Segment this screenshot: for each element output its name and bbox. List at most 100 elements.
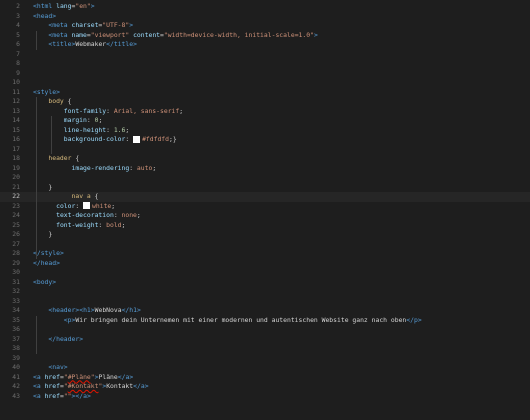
code-line[interactable]: 22 nav a { — [0, 192, 530, 202]
code-line[interactable]: 6 <title>Webmaker</title> — [0, 40, 530, 50]
line-number: 10 — [12, 78, 20, 86]
code-line[interactable]: 36 — [0, 325, 530, 335]
code-token: head — [40, 258, 57, 267]
code-line[interactable]: 20 — [0, 173, 530, 183]
code-token: lang — [52, 2, 72, 10]
code-line[interactable]: 13 font-family: Arial, sans-serif; — [0, 107, 530, 117]
code-text: } — [48, 230, 52, 240]
code-token: { — [90, 192, 99, 200]
line-number: 16 — [12, 135, 20, 143]
code-line[interactable]: 35 <p>Wir bringen dein Unternemen mit ein… — [0, 316, 530, 326]
line-number: 4 — [16, 21, 20, 29]
code-token: #Kontakt — [67, 382, 99, 390]
code-token: body — [48, 97, 64, 105]
code-line[interactable]: 42 <a href="#Kontakt">Kontakt</a> — [0, 382, 530, 392]
code-token: "UTF-8" — [102, 21, 130, 29]
code-token: > — [313, 30, 318, 39]
code-text: nav a { — [72, 192, 99, 202]
code-token: > — [133, 40, 137, 48]
line-number: 39 — [12, 353, 20, 362]
code-line[interactable]: 26} — [0, 230, 530, 240]
code-token: white — [92, 201, 112, 210]
code-line[interactable]: 37 </header> — [0, 335, 530, 345]
code-line[interactable]: 9 — [0, 69, 530, 79]
code-line[interactable]: 17 — [0, 145, 530, 155]
code-line[interactable]: 12 body { — [0, 97, 530, 107]
code-line[interactable]: 27 — [0, 240, 530, 250]
code-token: > — [63, 363, 68, 371]
code-token: meta — [52, 21, 68, 29]
code-token: > — [136, 306, 141, 314]
code-editor[interactable]: 2 <html lang="en"> 3 <head> 4 <meta charset="… — [0, 0, 530, 420]
code-line[interactable]: 15 line-height: 1.6; — [0, 126, 530, 136]
line-number: 11 — [12, 87, 20, 96]
code-token: line-height — [63, 125, 107, 134]
code-line[interactable]: 34 <header><h1>WebNova</h1> — [0, 306, 530, 316]
code-line[interactable]: 32 — [0, 287, 530, 297]
code-token: ;} — [169, 135, 177, 143]
line-number: 8 — [16, 59, 20, 67]
code-line[interactable]: 14 margin: 0; — [0, 116, 530, 126]
code-line[interactable]: 39 — [0, 354, 530, 364]
code-token: style — [36, 87, 57, 96]
code-line[interactable]: 28 </style> — [0, 249, 530, 259]
color-swatch-icon[interactable] — [133, 135, 141, 143]
code-token: bold — [106, 220, 122, 229]
code-line[interactable]: 8 — [0, 59, 530, 69]
line-number: 41 — [12, 372, 20, 381]
code-token: head — [36, 11, 53, 20]
code-token: { — [71, 154, 80, 162]
code-line[interactable]: 19 image-rendering: auto; — [0, 164, 530, 174]
code-token: WebNova — [94, 306, 122, 314]
code-token: </ — [33, 258, 41, 267]
code-line[interactable]: 18 header { — [0, 154, 530, 164]
code-token: margin — [63, 116, 87, 124]
code-token: > — [129, 372, 134, 381]
code-token: h1 — [129, 306, 137, 314]
code-line[interactable]: 33 — [0, 297, 530, 307]
code-text: <header><h1>WebNova</h1> — [48, 306, 140, 316]
indent-guide — [36, 30, 37, 50]
code-token: ; — [136, 211, 141, 219]
code-area[interactable]: 2 <html lang="en"> 3 <head> 4 <meta charset="… — [0, 0, 530, 420]
code-token: ; — [111, 201, 116, 210]
code-line[interactable]: 40 <nav> — [0, 363, 530, 373]
code-token: } — [48, 182, 53, 191]
code-token: > — [52, 277, 57, 286]
code-token: </ — [406, 315, 414, 324]
line-number: 22 — [12, 192, 20, 200]
code-line[interactable]: 38 — [0, 344, 530, 354]
code-line[interactable]: 30 — [0, 268, 530, 278]
code-line[interactable]: 10 — [0, 78, 530, 88]
line-number: 19 — [12, 163, 20, 172]
code-line[interactable]: 11 <style> — [0, 88, 530, 98]
code-line[interactable]: 5 <meta name="viewport" content="width=de… — [0, 31, 530, 41]
code-line[interactable]: 23 color: white; — [0, 202, 530, 212]
code-text: <style> — [33, 88, 60, 98]
code-token: > — [90, 2, 95, 10]
code-line[interactable]: 3 <head> — [0, 12, 530, 22]
line-number: 21 — [12, 182, 20, 191]
code-text: <body> — [33, 278, 56, 288]
code-token: ; — [125, 125, 130, 134]
code-token: html — [36, 2, 53, 10]
code-token: { — [63, 97, 72, 105]
color-swatch-icon[interactable] — [83, 202, 91, 209]
code-text: line-height: 1.6; — [64, 126, 129, 136]
code-line[interactable]: 43 <a href=""></a> — [0, 392, 530, 402]
code-token: : — [75, 201, 84, 210]
code-text: body { — [48, 97, 71, 107]
code-line[interactable]: 24 text-decoration: none; — [0, 211, 530, 221]
code-token: content — [129, 30, 161, 39]
code-line[interactable]: 25 font-weight: bold; — [0, 221, 530, 231]
code-line[interactable]: 21} — [0, 183, 530, 193]
code-line[interactable]: 31 <body> — [0, 278, 530, 288]
code-text: <title>Webmaker</title> — [48, 40, 137, 50]
code-line[interactable]: 2 <html lang="en"> — [0, 2, 530, 12]
code-token: auto — [136, 163, 153, 172]
code-line[interactable]: 4 <meta charset="UTF-8"> — [0, 21, 530, 31]
code-line[interactable]: 41 <a href="#Pläne">Pläne</a> — [0, 373, 530, 383]
code-line[interactable]: 7 — [0, 50, 530, 60]
code-line[interactable]: 16 background-color: #fdfdfd;} — [0, 135, 530, 145]
code-line[interactable]: 29 </head> — [0, 259, 530, 269]
